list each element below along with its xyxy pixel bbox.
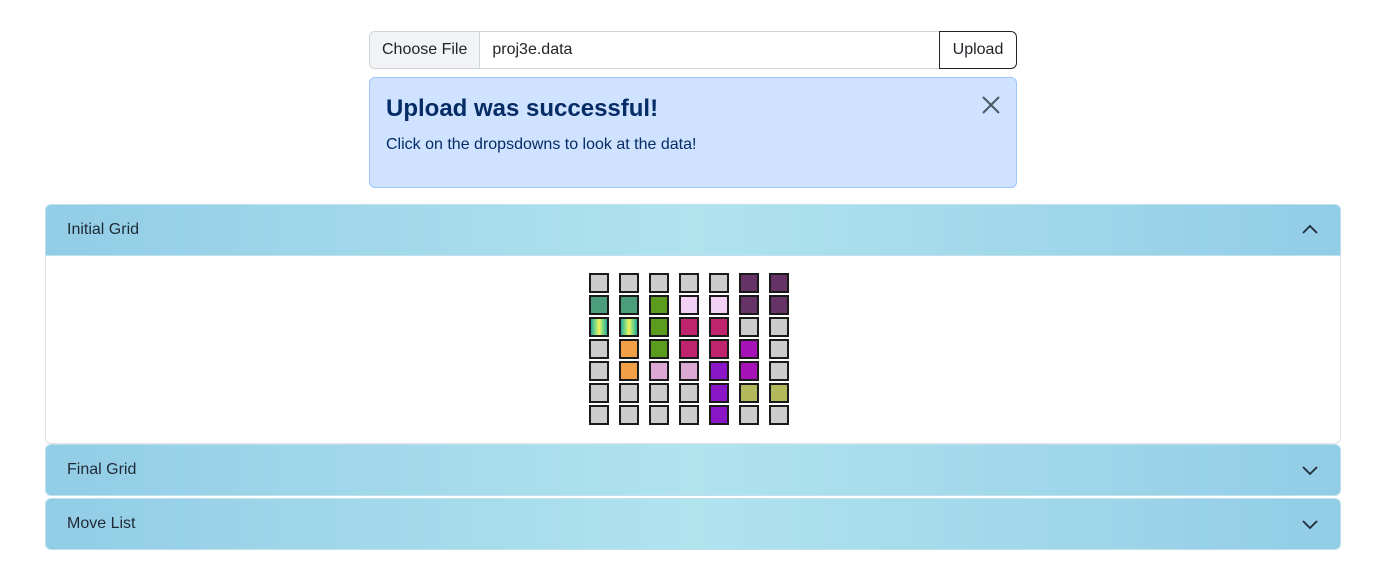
grid-cell xyxy=(649,317,669,337)
upload-button[interactable]: Upload xyxy=(939,31,1017,69)
grid-cell xyxy=(619,295,639,315)
grid-cell xyxy=(649,361,669,381)
file-input[interactable]: Choose File proj3e.data xyxy=(369,31,939,69)
grid-cell xyxy=(619,317,639,337)
upload-group: Choose File proj3e.data Upload xyxy=(369,31,1017,69)
grid-cell xyxy=(679,361,699,381)
grid-cell xyxy=(649,295,669,315)
accordion-header-move-list[interactable]: Move List xyxy=(45,498,1341,550)
grid-cell xyxy=(589,295,609,315)
grid-cell xyxy=(649,273,669,293)
grid-cell xyxy=(619,383,639,403)
grid-cell xyxy=(709,361,729,381)
grid-cell xyxy=(739,405,759,425)
grid-cell xyxy=(769,339,789,359)
grid-cell xyxy=(589,273,609,293)
grid-cell xyxy=(679,383,699,403)
alert-message: Click on the dropsdowns to look at the d… xyxy=(386,136,697,153)
grid-cell xyxy=(709,317,729,337)
grid-cell xyxy=(589,405,609,425)
chevron-down-icon xyxy=(1302,520,1318,530)
grid-cell xyxy=(679,317,699,337)
grid-cell xyxy=(739,339,759,359)
grid-cell xyxy=(769,295,789,315)
color-grid xyxy=(589,273,789,425)
accordion-title: Initial Grid xyxy=(67,221,140,238)
grid-cell xyxy=(769,361,789,381)
selected-file-name: proj3e.data xyxy=(492,41,573,58)
grid-cell xyxy=(739,383,759,403)
grid-cell xyxy=(739,273,759,293)
accordion-move-list: Move List xyxy=(45,498,1341,550)
grid-cell xyxy=(619,405,639,425)
grid-cell xyxy=(619,361,639,381)
grid-cell xyxy=(769,273,789,293)
accordion-title: Move List xyxy=(67,515,136,532)
grid-cell xyxy=(679,339,699,359)
grid-cell xyxy=(589,383,609,403)
grid-cell xyxy=(589,339,609,359)
grid-cell xyxy=(679,295,699,315)
grid-cell xyxy=(709,273,729,293)
accordion-body-initial-grid xyxy=(45,256,1341,444)
grid-cell xyxy=(589,361,609,381)
grid-cell xyxy=(739,295,759,315)
grid-cell xyxy=(679,405,699,425)
grid-cell xyxy=(769,405,789,425)
grid-cell xyxy=(589,317,609,337)
grid-cell xyxy=(709,405,729,425)
success-alert: Upload was successful! Click on the drop… xyxy=(369,77,1017,188)
accordion-title: Final Grid xyxy=(67,461,137,478)
grid-cell xyxy=(649,339,669,359)
grid-cell xyxy=(709,383,729,403)
chevron-up-icon xyxy=(1302,224,1318,234)
grid-cell xyxy=(619,273,639,293)
grid-cell xyxy=(709,339,729,359)
close-icon[interactable] xyxy=(980,94,1002,116)
accordion-initial-grid: Initial Grid xyxy=(45,204,1341,444)
grid-cell xyxy=(769,317,789,337)
chevron-down-icon xyxy=(1302,466,1318,476)
grid-cell xyxy=(769,383,789,403)
choose-file-button[interactable]: Choose File xyxy=(370,32,481,68)
grid-cell xyxy=(709,295,729,315)
grid-cell xyxy=(649,405,669,425)
grid-cell xyxy=(739,361,759,381)
grid-cell xyxy=(649,383,669,403)
grid-cell xyxy=(679,273,699,293)
accordion-header-final-grid[interactable]: Final Grid xyxy=(45,444,1341,496)
alert-heading: Upload was successful! xyxy=(386,95,659,122)
grid-cell xyxy=(619,339,639,359)
accordion-header-initial-grid[interactable]: Initial Grid xyxy=(45,204,1341,256)
grid-cell xyxy=(739,317,759,337)
accordion-final-grid: Final Grid xyxy=(45,444,1341,496)
